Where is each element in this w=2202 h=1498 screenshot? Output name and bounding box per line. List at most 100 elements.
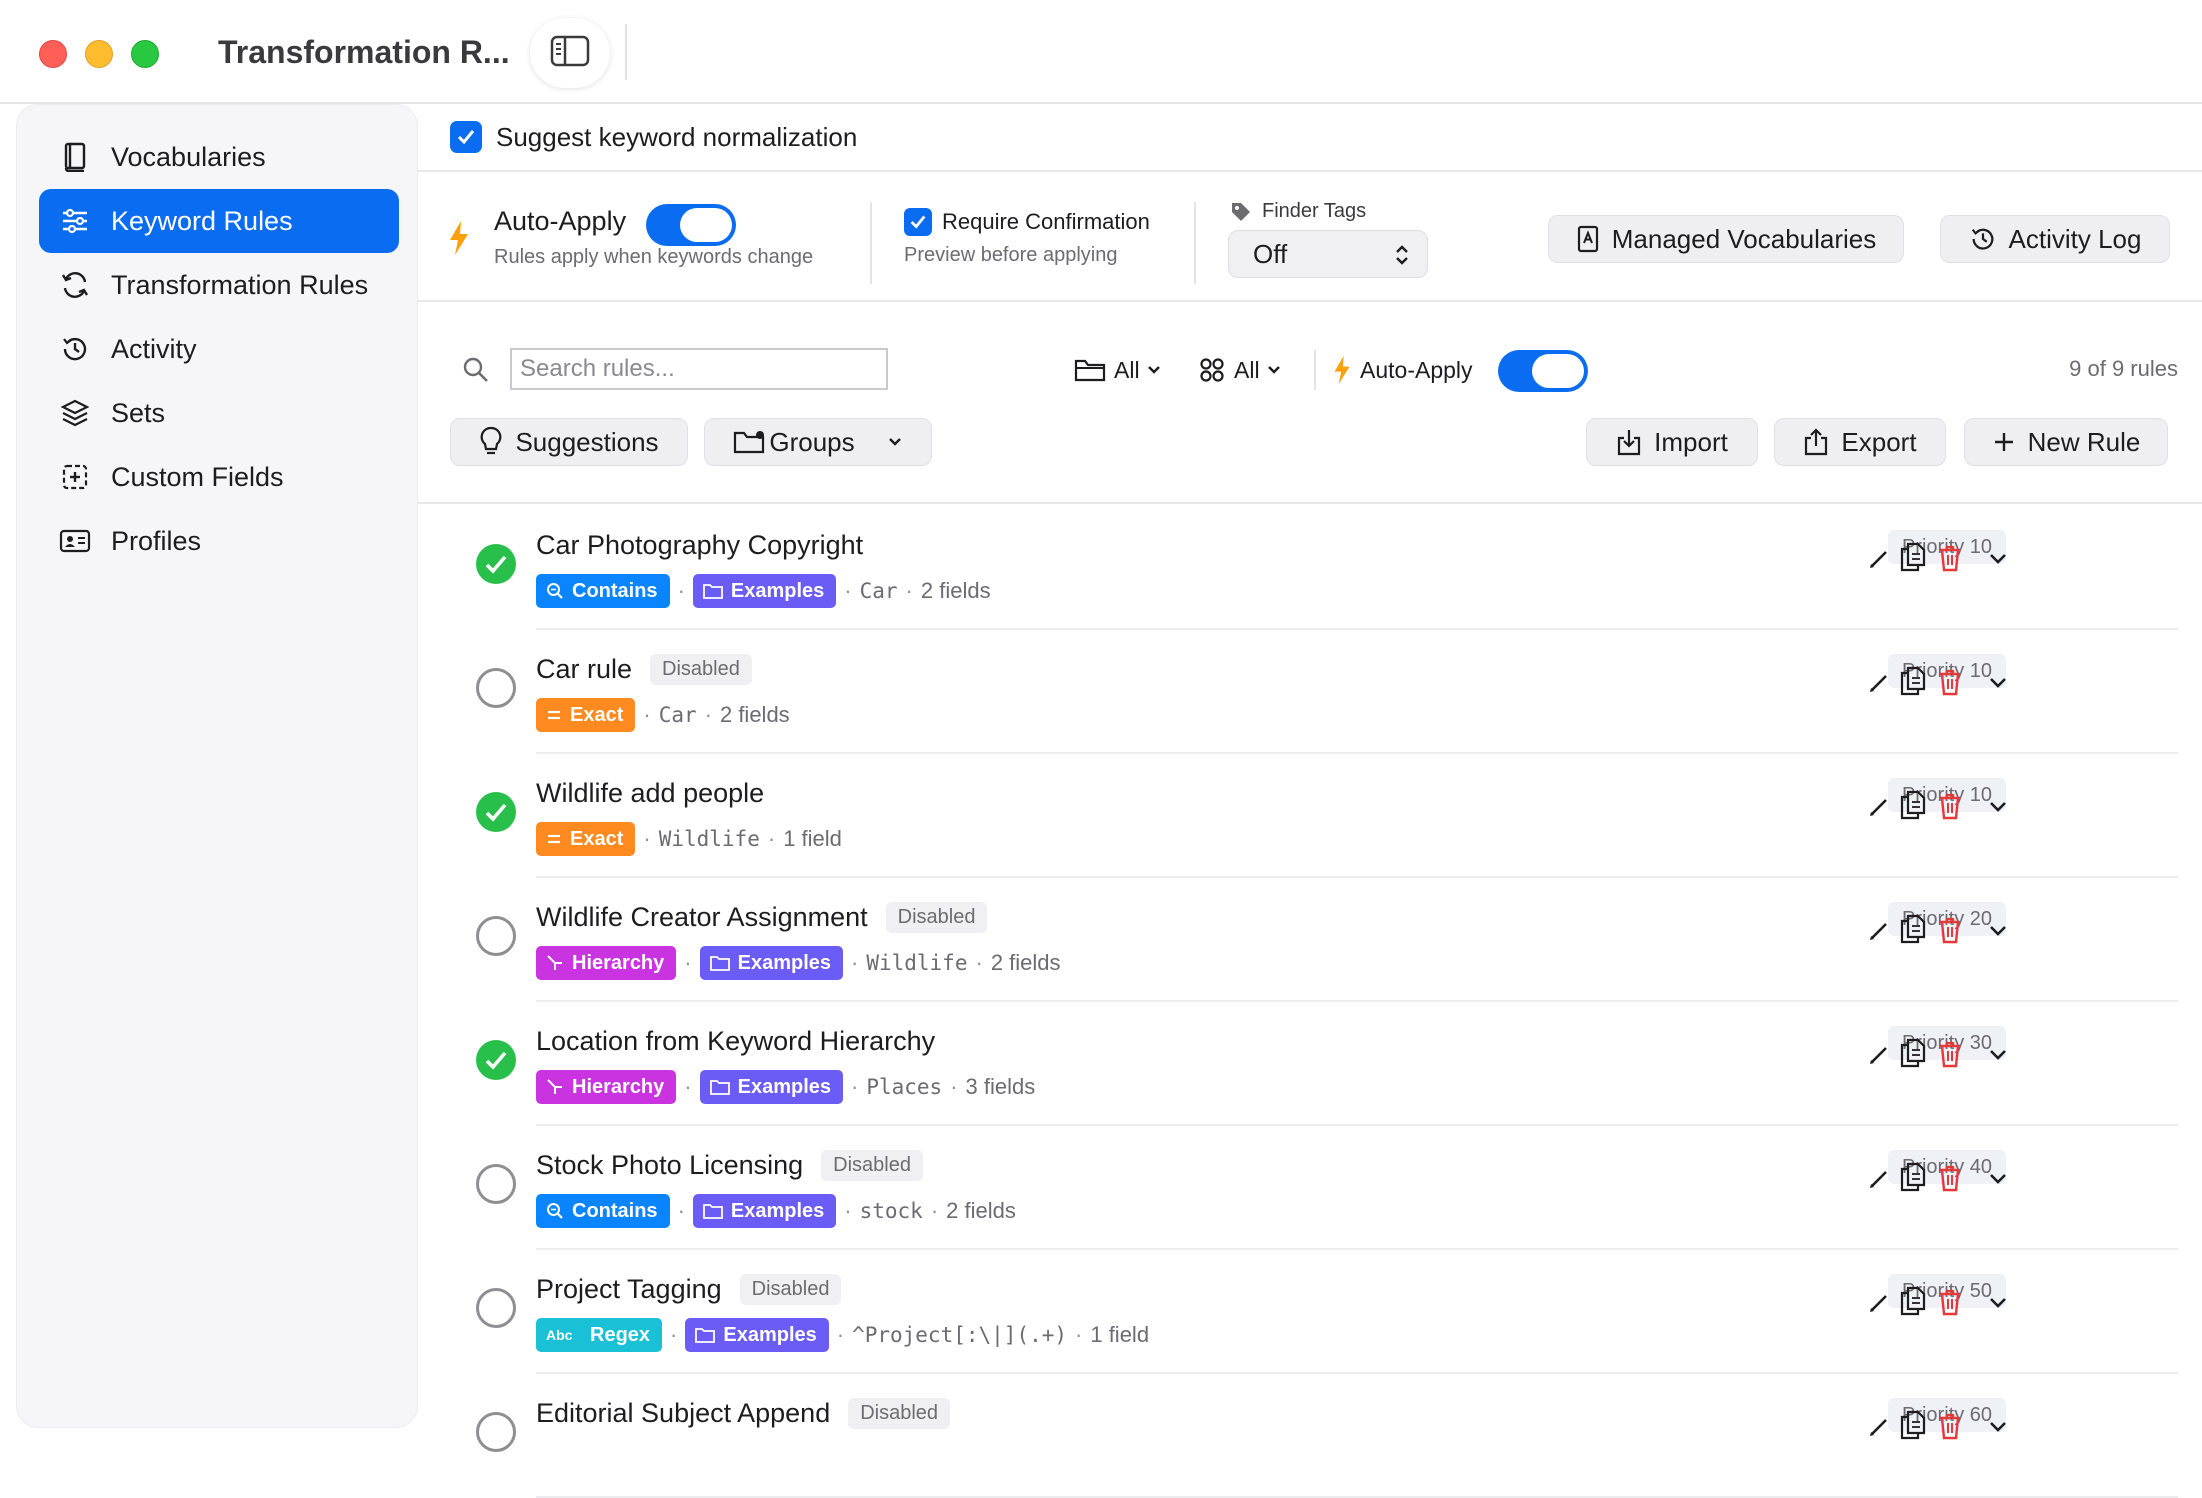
rule-enabled-toggle[interactable]: [476, 792, 516, 832]
sliders-icon: [59, 205, 91, 237]
rule-row[interactable]: Wildlife Creator Assignment Disabled Hiera…: [418, 878, 2202, 1002]
duplicate-rule-button[interactable]: [1900, 1162, 1926, 1197]
folder-icon: [1074, 357, 1106, 383]
delete-rule-button[interactable]: [1938, 916, 1962, 949]
expand-rule-button[interactable]: [1988, 676, 2008, 695]
sidebar-item-label: Sets: [111, 397, 166, 428]
chevron-down-icon: [1988, 1296, 2008, 1315]
rule-row[interactable]: Stock Photo Licensing Disabled Contains · Ex…: [418, 1126, 2202, 1250]
rule-enabled-toggle[interactable]: [476, 668, 516, 708]
edit-rule-button[interactable]: [1868, 918, 1892, 947]
sidebar-item-transformation-rules[interactable]: Transformation Rules: [39, 253, 399, 317]
folder-filter-menu[interactable]: All: [1074, 350, 1162, 390]
separator-dot: ·: [851, 950, 859, 975]
duplicate-rule-button[interactable]: [1900, 542, 1926, 577]
sidebar-item-profiles[interactable]: Profiles: [39, 509, 399, 573]
search-rules-input[interactable]: [510, 348, 888, 390]
duplicate-rule-button[interactable]: [1900, 1038, 1926, 1073]
exact-icon: [546, 707, 562, 723]
separator-dot: ·: [1075, 1322, 1083, 1347]
rule-enabled-toggle[interactable]: [476, 1164, 516, 1204]
duplicate-rule-button[interactable]: [1900, 790, 1926, 825]
rule-enabled-toggle[interactable]: [476, 916, 516, 956]
match-type-badge: Abc Regex: [536, 1318, 663, 1352]
sidebar-toggle-button[interactable]: [530, 18, 610, 88]
expand-rule-button[interactable]: [1988, 924, 2008, 943]
pencil-icon: [1868, 1414, 1892, 1443]
expand-rule-button[interactable]: [1988, 800, 2008, 819]
expand-rule-button[interactable]: [1988, 552, 2008, 571]
sidebar-item-label: Keyword Rules: [111, 205, 293, 236]
rule-row[interactable]: Location from Keyword Hierarchy Hierarchy…: [418, 1002, 2202, 1126]
edit-rule-button[interactable]: [1868, 1290, 1892, 1319]
delete-rule-button[interactable]: [1938, 792, 1962, 825]
edit-rule-button[interactable]: [1868, 794, 1892, 823]
managed-vocabularies-button[interactable]: Managed Vocabularies: [1548, 215, 1904, 263]
delete-rule-button[interactable]: [1938, 544, 1962, 577]
delete-rule-button[interactable]: [1938, 1412, 1962, 1445]
new-rule-button[interactable]: New Rule: [1964, 418, 2168, 466]
copy-icon: [1900, 1286, 1926, 1321]
rule-enabled-toggle[interactable]: [476, 1288, 516, 1328]
rule-keyword: ^Project[:\|](.+): [852, 1323, 1068, 1347]
expand-rule-button[interactable]: [1988, 1420, 2008, 1439]
export-button[interactable]: Export: [1774, 418, 1946, 466]
minimize-window-button[interactable]: [85, 40, 113, 68]
edit-rule-button[interactable]: [1868, 670, 1892, 699]
edit-rule-button[interactable]: [1868, 1414, 1892, 1443]
close-window-button[interactable]: [39, 40, 67, 68]
rule-row[interactable]: Car Photography Copyright Contains · Exampl…: [418, 506, 2202, 630]
auto-apply-filter-toggle[interactable]: [1498, 350, 1588, 392]
duplicate-rule-button[interactable]: [1900, 1410, 1926, 1445]
rule-name-row: Car rule Disabled: [536, 654, 752, 685]
rule-enabled-toggle[interactable]: [476, 544, 516, 584]
delete-rule-button[interactable]: [1938, 1288, 1962, 1321]
duplicate-rule-button[interactable]: [1900, 914, 1926, 949]
rule-row[interactable]: Project Tagging Disabled Abc Regex · Examples…: [418, 1250, 2202, 1374]
suggest-normalization-checkbox[interactable]: [450, 121, 482, 153]
rule-row[interactable]: Editorial Subject Append Disabled Priority…: [418, 1374, 2202, 1498]
rule-enabled-toggle[interactable]: [476, 1412, 516, 1452]
rule-enabled-toggle[interactable]: [476, 1040, 516, 1080]
finder-tags-select[interactable]: Off: [1228, 230, 1428, 278]
delete-rule-button[interactable]: [1938, 1164, 1962, 1197]
managed-vocabularies-label: Managed Vocabularies: [1611, 223, 1877, 254]
duplicate-rule-button[interactable]: [1900, 1286, 1926, 1321]
group-badge: Examples: [692, 1194, 837, 1228]
vocabulary-book-icon: [1576, 225, 1600, 253]
copy-icon: [1900, 542, 1926, 577]
groups-menu-button[interactable]: Groups: [704, 418, 932, 466]
sidebar-item-vocabularies[interactable]: Vocabularies: [39, 125, 399, 189]
auto-apply-toggle[interactable]: [646, 204, 736, 246]
edit-rule-button[interactable]: [1868, 546, 1892, 575]
activity-log-button[interactable]: Activity Log: [1940, 215, 2170, 263]
edit-rule-button[interactable]: [1868, 1042, 1892, 1071]
type-filter-value: All: [1234, 356, 1260, 383]
zoom-window-button[interactable]: [131, 40, 159, 68]
import-button[interactable]: Import: [1586, 418, 1758, 466]
require-confirmation-checkbox[interactable]: [904, 208, 932, 236]
expand-rule-button[interactable]: [1988, 1048, 2008, 1067]
expand-rule-button[interactable]: [1988, 1172, 2008, 1191]
suggestions-button[interactable]: Suggestions: [450, 418, 688, 466]
type-filter-menu[interactable]: All: [1198, 350, 1282, 390]
match-type-badge: Exact: [536, 698, 636, 732]
rule-row[interactable]: Car rule Disabled Exact · Car · 2 fields Priori…: [418, 630, 2202, 754]
folder-icon: [709, 955, 730, 971]
rule-keyword: stock: [859, 1199, 923, 1223]
expand-rule-button[interactable]: [1988, 1296, 2008, 1315]
rules-count: 9 of 9 rules: [2069, 356, 2178, 381]
sidebar-item-activity[interactable]: Activity: [39, 317, 399, 381]
trash-icon: [1938, 1164, 1962, 1197]
delete-rule-button[interactable]: [1938, 1040, 1962, 1073]
group-badge: Examples: [699, 946, 843, 980]
sidebar-item-keyword-rules[interactable]: Keyword Rules: [39, 189, 399, 253]
sidebar-item-custom-fields[interactable]: Custom Fields: [39, 445, 399, 509]
refresh-icon: [59, 269, 91, 301]
rule-row[interactable]: Wildlife add people Exact · Wildlife · 1 fiel…: [418, 754, 2202, 878]
finder-tags-label: Finder Tags: [1262, 200, 1367, 222]
sidebar-item-sets[interactable]: Sets: [39, 381, 399, 445]
duplicate-rule-button[interactable]: [1900, 666, 1926, 701]
edit-rule-button[interactable]: [1868, 1166, 1892, 1195]
delete-rule-button[interactable]: [1938, 668, 1962, 701]
